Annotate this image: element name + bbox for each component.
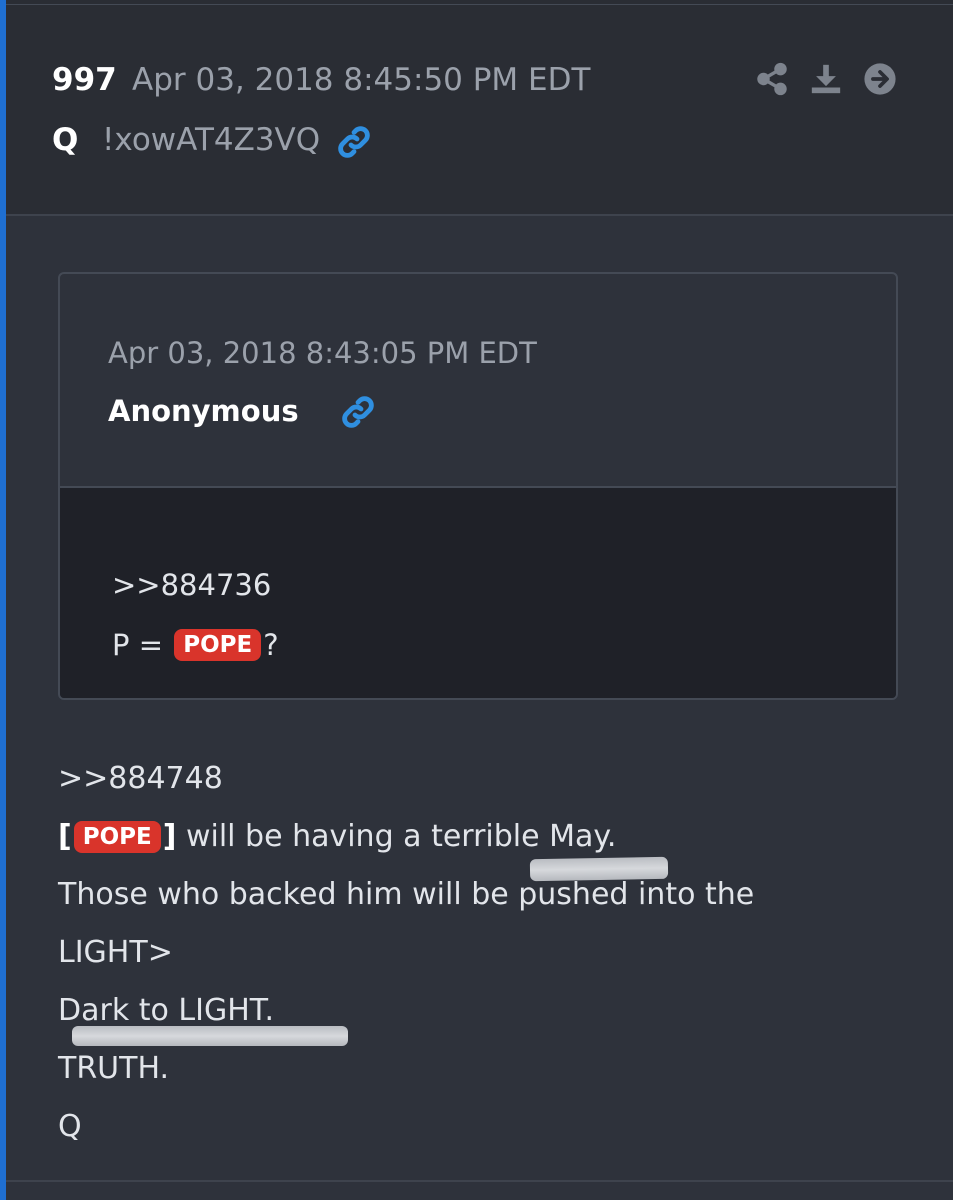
text-segment: will be having a terrible May. xyxy=(176,819,617,854)
post-reference-link[interactable]: >>884748 xyxy=(58,755,223,803)
quoted-post-header: Apr 03, 2018 8:43:05 PM EDT Anonymous xyxy=(60,274,896,488)
quoted-post-body: >>884736 P = POPE ? xyxy=(60,488,896,698)
divider xyxy=(6,1180,953,1182)
arrow-right-circle-icon[interactable] xyxy=(863,62,897,96)
bracket-close: ] xyxy=(162,819,177,854)
text-segment: P = xyxy=(112,628,173,662)
post-actions xyxy=(755,62,897,96)
post-text-line: TRUTH. xyxy=(58,1051,170,1086)
quoted-post-timestamp: Apr 03, 2018 8:43:05 PM EDT xyxy=(108,336,537,370)
post-header: 997 Apr 03, 2018 8:45:50 PM EDT Q !xowAT… xyxy=(6,0,953,216)
quoted-post[interactable]: Apr 03, 2018 8:43:05 PM EDT Anonymous >>… xyxy=(58,272,898,700)
highlight-mark xyxy=(72,1026,348,1046)
download-icon[interactable] xyxy=(809,62,843,96)
link-icon[interactable] xyxy=(336,124,372,160)
post-text-line: Those who backed him will be pushed into… xyxy=(58,877,755,912)
post-reference-link[interactable]: >>884736 xyxy=(112,568,271,602)
post-text-line: LIGHT> xyxy=(58,935,173,970)
link-icon[interactable] xyxy=(340,394,376,430)
post-body: >>884748 [ POPE ] will be having a terri… xyxy=(58,750,918,1156)
post-timestamp: Apr 03, 2018 8:45:50 PM EDT xyxy=(132,62,591,98)
post-text-line: [ POPE ] will be having a terrible May. xyxy=(58,808,918,866)
share-icon[interactable] xyxy=(755,62,789,96)
highlight-mark xyxy=(529,856,669,882)
post-number[interactable]: 997 xyxy=(52,62,117,98)
post-signature: Q xyxy=(58,1109,82,1144)
post-tripcode: !xowAT4Z3VQ xyxy=(102,122,321,158)
text-segment: ? xyxy=(263,628,279,662)
divider xyxy=(6,4,953,5)
post-reference-line: >>884748 xyxy=(58,750,918,808)
pope-badge: POPE xyxy=(174,629,262,661)
pope-badge: POPE xyxy=(73,821,161,853)
bracket-open: [ xyxy=(58,819,72,854)
quoted-post-author: Anonymous xyxy=(108,394,299,428)
quoted-post-text: P = POPE ? xyxy=(112,628,279,662)
post-author: Q xyxy=(52,122,79,158)
